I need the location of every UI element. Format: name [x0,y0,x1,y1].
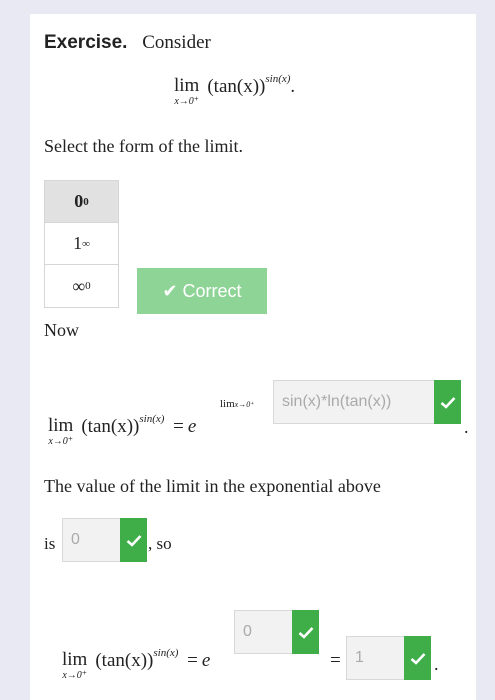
now-equation: lim x→0⁺ (tan(x))sin(x) = e [48,413,197,447]
check-icon [434,380,461,424]
now-label: Now [44,320,79,340]
choice-1-pow-infinity[interactable]: 1 ∞ [45,223,118,265]
exercise-label: Exercise. [44,32,128,53]
exponent-limit: limx→0⁺ [220,398,255,410]
exercise-heading: Exercise. Consider [44,32,211,54]
final-equation: lim x→0⁺ (tan(x))sin(x) = e [62,647,211,681]
final-equals: = [330,650,341,671]
check-icon [404,636,431,680]
final-value-field[interactable]: 1 [346,636,431,680]
exponent-answer-field[interactable]: sin(x)*ln(tan(x)) [273,380,461,424]
value-text: The value of the limit in the exponentia… [44,476,381,496]
limit-expression: lim x→0⁺ (tan(x))sin(x). [174,73,296,110]
so-label: , so [148,534,172,553]
limit-body: (tan(x))sin(x). [207,73,296,97]
now-limit-operator: lim x→0⁺ [48,415,74,447]
choice-0-pow-0[interactable]: 00 [45,181,118,223]
exercise-card: Exercise. Consider lim x→0⁺ (tan(x))sin(… [30,14,476,700]
now-period: . [464,417,469,437]
correct-feedback: ✔ Correct [137,268,267,314]
is-label: is [44,534,56,553]
final-period: . [434,654,439,674]
question-prompt: Select the form of the limit. [44,136,243,156]
limit-operator: lim x→0⁺ [174,75,200,107]
final-exponent-field[interactable]: 0 [234,610,319,654]
final-limit-operator: lim x→0⁺ [62,649,88,681]
check-icon [292,610,319,654]
exercise-intro: Consider [142,32,211,53]
form-choices: 00 1 ∞ ∞ 0 [44,180,119,308]
choice-infinity-pow-0[interactable]: ∞ 0 [45,265,118,307]
check-icon [120,518,147,562]
limit-value-field[interactable]: 0 [62,518,147,562]
